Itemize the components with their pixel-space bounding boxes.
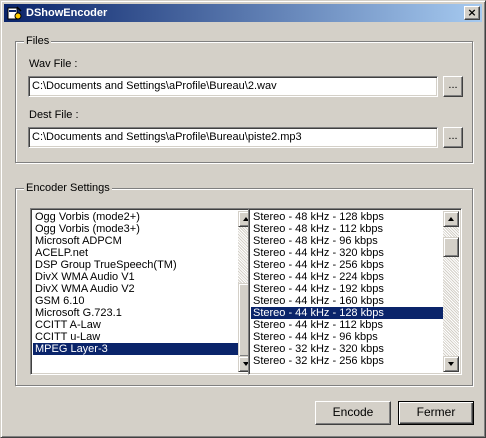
format-list-item[interactable]: Stereo - 48 kHz - 112 kbps xyxy=(251,223,443,235)
codec-list-item[interactable]: GSM 6.10 xyxy=(33,295,238,307)
encoder-settings-title: Encoder Settings xyxy=(24,181,112,195)
format-list-item[interactable]: Stereo - 32 kHz - 320 kbps xyxy=(251,343,443,355)
codec-list-item[interactable]: ACELP.net xyxy=(33,247,238,259)
format-list-item[interactable]: Stereo - 44 kHz - 160 kbps xyxy=(251,295,443,307)
codec-list-item[interactable]: MPEG Layer-3 xyxy=(33,343,238,355)
close-icon: × xyxy=(467,6,477,19)
format-scrollbar[interactable] xyxy=(443,211,459,372)
format-scroll-up-button[interactable] xyxy=(443,211,459,227)
codec-list-item[interactable]: Ogg Vorbis (mode3+) xyxy=(33,223,238,235)
format-list: Stereo - 48 kHz - 128 kbps Stereo - 48 kH… xyxy=(251,211,443,372)
wav-file-input[interactable]: C:\Documents and Settings\aProfile\Burea… xyxy=(28,76,438,97)
arrow-down-icon xyxy=(448,362,454,366)
codec-list-item[interactable]: DivX WMA Audio V1 xyxy=(33,271,238,283)
files-group: Files Wav File : C:\Documents and Settin… xyxy=(15,34,473,163)
title-bar[interactable]: DShowEncoder × xyxy=(4,4,482,22)
codec-list-item[interactable]: CCITT A-Law xyxy=(33,319,238,331)
format-list-item[interactable]: Stereo - 44 kHz - 256 kbps xyxy=(251,259,443,271)
format-list-item[interactable]: Stereo - 44 kHz - 128 kbps xyxy=(251,307,443,319)
window-title: DShowEncoder xyxy=(26,7,108,19)
codec-listbox[interactable]: Ogg Vorbis (mode2+) Ogg Vorbis (mode3+) Mi… xyxy=(30,208,257,375)
dest-file-input[interactable]: C:\Documents and Settings\aProfile\Burea… xyxy=(28,127,438,148)
format-list-item[interactable]: Stereo - 44 kHz - 192 kbps xyxy=(251,283,443,295)
format-list-item[interactable]: Stereo - 48 kHz - 128 kbps xyxy=(251,211,443,223)
codec-list-item[interactable]: DivX WMA Audio V2 xyxy=(33,283,238,295)
close-window-button[interactable]: × xyxy=(464,6,480,20)
format-list-item[interactable]: Stereo - 48 kHz - 96 kbps xyxy=(251,235,443,247)
codec-list-item[interactable]: Microsoft ADPCM xyxy=(33,235,238,247)
codec-list-item[interactable]: CCITT u-Law xyxy=(33,331,238,343)
dest-file-label: Dest File : xyxy=(29,109,79,121)
dshowencoder-window: DShowEncoder × Files Wav File : C:\Docum… xyxy=(0,0,486,438)
wav-file-label: Wav File : xyxy=(29,58,78,70)
format-scroll-down-button[interactable] xyxy=(443,356,459,372)
format-list-item[interactable]: Stereo - 32 kHz - 256 kbps xyxy=(251,355,443,367)
codec-list-item[interactable]: Microsoft G.723.1 xyxy=(33,307,238,319)
format-list-item[interactable]: Stereo - 44 kHz - 96 kbps xyxy=(251,331,443,343)
close-button[interactable]: Fermer xyxy=(398,401,474,425)
format-list-item[interactable]: Stereo - 44 kHz - 112 kbps xyxy=(251,319,443,331)
codec-list-item[interactable]: DSP Group TrueSpeech(TM) xyxy=(33,259,238,271)
app-icon xyxy=(7,6,22,20)
codec-list: Ogg Vorbis (mode2+) Ogg Vorbis (mode3+) Mi… xyxy=(33,211,238,372)
encoder-settings-group: Encoder Settings Ogg Vorbis (mode2+) Ogg … xyxy=(15,181,473,386)
files-group-title: Files xyxy=(24,34,52,48)
wav-browse-button[interactable]: ... xyxy=(443,76,463,97)
codec-list-item[interactable]: Ogg Vorbis (mode2+) xyxy=(33,211,238,223)
dest-browse-button[interactable]: ... xyxy=(443,127,463,148)
format-list-item[interactable]: Stereo - 44 kHz - 224 kbps xyxy=(251,271,443,283)
format-scroll-thumb[interactable] xyxy=(443,237,459,257)
encode-button[interactable]: Encode xyxy=(315,401,391,425)
arrow-up-icon xyxy=(448,217,454,221)
format-listbox[interactable]: Stereo - 48 kHz - 128 kbps Stereo - 48 kH… xyxy=(248,208,462,375)
format-list-item[interactable]: Stereo - 44 kHz - 320 kbps xyxy=(251,247,443,259)
